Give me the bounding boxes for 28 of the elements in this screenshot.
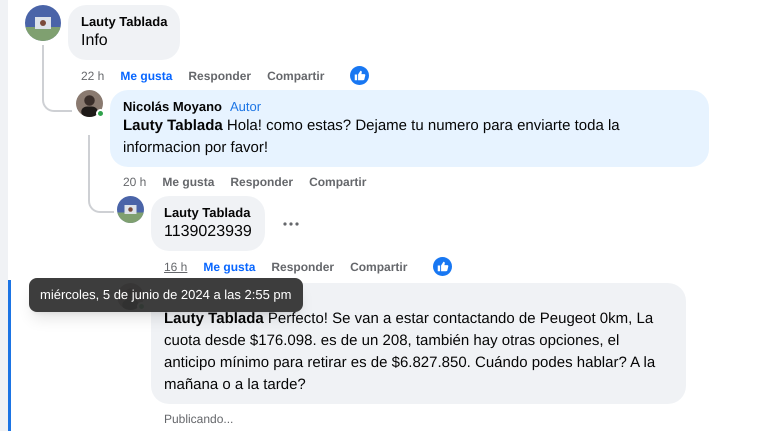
comment-action[interactable]: Responder xyxy=(230,173,294,191)
comment-text: 1139023939 xyxy=(164,222,252,242)
like-icon[interactable] xyxy=(350,66,370,85)
comment-text: Info xyxy=(81,31,109,51)
more-icon[interactable] xyxy=(282,222,299,226)
status-text: Publicando... xyxy=(163,411,234,428)
comment-action[interactable]: Compartir xyxy=(309,173,366,191)
timestamp-link[interactable]: 16 h xyxy=(164,258,188,276)
author-name[interactable]: Lauty Tablada xyxy=(164,202,250,222)
author-label: Autor xyxy=(230,98,262,116)
comment-action[interactable]: Me gusta xyxy=(120,66,172,84)
avatar[interactable] xyxy=(76,90,103,117)
timestamp-link[interactable]: 22 h xyxy=(81,66,104,84)
comment-action[interactable]: Me gusta xyxy=(162,173,214,191)
comment-text: Lauty Tablada Perfecto! Se van a estar contactando de Peugeot 0km, La cuota desde $176.098. es de un 208, también hay otras opciones, el anticipo mínimo para retirar es de $6.827.850. Cuándo podes hablar? A la mañana o a la tarde? xyxy=(164,309,656,395)
comment-action[interactable]: Compartir xyxy=(267,66,324,84)
like-icon[interactable] xyxy=(433,257,452,276)
comment-text: Lauty Tablada Hola! como estas? Dejame tu numero para enviarte toda la informacion por favor! xyxy=(123,116,621,158)
date-tooltip: miércoles, 5 de junio de 2024 a las 2:55 pm xyxy=(29,278,302,312)
comment-action[interactable]: Me gusta xyxy=(203,258,256,276)
author-name[interactable]: Nicolás Moyano xyxy=(123,96,222,116)
comment-action[interactable]: Responder xyxy=(271,258,334,276)
comment-action[interactable]: Responder xyxy=(188,66,252,84)
comment-action[interactable]: Compartir xyxy=(350,258,408,276)
timestamp-link[interactable]: 20 h xyxy=(123,173,146,191)
author-name[interactable]: Lauty Tablada xyxy=(81,12,168,32)
mention-link[interactable]: Lauty Tablada xyxy=(123,117,223,134)
mention-link[interactable]: Lauty Tablada xyxy=(164,310,264,327)
